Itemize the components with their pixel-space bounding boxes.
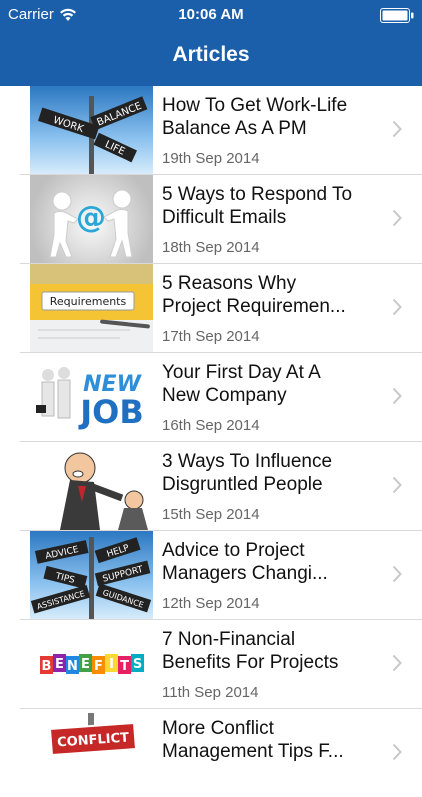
status-time: 10:06 AM (178, 6, 244, 23)
thumb-text: E (55, 657, 64, 672)
article-date: 15th Sep 2014 (162, 506, 260, 523)
thumb-text: LIFE (103, 139, 126, 158)
article-date: 11th Sep 2014 (162, 684, 259, 701)
article-thumbnail: NEW JOB (30, 353, 153, 441)
thumb-text: HELP (106, 543, 131, 560)
article-thumbnail: B E N E F I T S (30, 620, 153, 708)
email-people-image: @ (49, 189, 133, 258)
chevron-right-icon (392, 476, 402, 494)
article-title: 5 Reasons Why Project Requiremen... (162, 273, 346, 317)
article-row[interactable]: CONFLICT More Conflict Management Tips F… (20, 709, 422, 797)
benefits-blocks-image: B E N E F I T S (40, 654, 144, 674)
article-date: 16th Sep 2014 (162, 417, 260, 434)
article-thumbnail (30, 442, 153, 530)
article-title: Advice to Project Managers Changi... (162, 540, 328, 584)
article-row[interactable]: 3 Ways To Influence Disgruntled People 1… (20, 442, 422, 531)
article-date: 12th Sep 2014 (162, 595, 260, 612)
page-title: Articles (172, 43, 250, 66)
article-row[interactable]: ADVICE HELP TIPS SUPPORT ASSISTANCE GUID… (20, 531, 422, 620)
article-row[interactable]: B E N E F I T S 7 Non-Financial Benefits… (20, 620, 422, 709)
new-job-image: NEW JOB (36, 367, 144, 431)
thumb-text: E (81, 657, 90, 672)
thumb-text: I (109, 657, 114, 672)
article-title: 3 Ways To Influence Disgruntled People (162, 451, 333, 495)
article-date: 17th Sep 2014 (162, 328, 260, 345)
article-row[interactable]: WORK BALANCE LIFE How To Get Work-Life B… (20, 86, 422, 175)
signpost-image: WORK BALANCE LIFE (38, 96, 148, 174)
article-thumbnail: CONFLICT (30, 709, 153, 797)
status-bar: Carrier 10:06 AM (0, 0, 422, 30)
article-thumbnail: WORK BALANCE LIFE (30, 86, 153, 174)
articles-list: WORK BALANCE LIFE How To Get Work-Life B… (0, 86, 422, 797)
thumb-text: @ (76, 200, 106, 235)
article-title: 5 Ways to Respond To Difficult Emails (162, 184, 353, 228)
chevron-right-icon (392, 387, 402, 405)
thumb-text: JOB (78, 393, 144, 431)
thumb-text: B (42, 659, 52, 674)
conflict-sign-image: CONFLICT (48, 713, 138, 757)
chevron-right-icon (392, 654, 402, 672)
advice-signpost-image: ADVICE HELP TIPS SUPPORT ASSISTANCE GUID… (30, 537, 152, 619)
article-row[interactable]: @ 5 Ways to Respond To Difficult Emails … (20, 175, 422, 264)
article-date: 18th Sep 2014 (162, 239, 260, 256)
article-thumbnail: ADVICE HELP TIPS SUPPORT ASSISTANCE GUID… (30, 531, 153, 619)
article-title: More Conflict Management Tips F... (162, 718, 344, 762)
chevron-right-icon (392, 120, 402, 138)
thumb-text: Requirements (50, 295, 127, 308)
article-row[interactable]: NEW JOB Your First Day At A New Company … (20, 353, 422, 442)
chevron-right-icon (392, 209, 402, 227)
article-date: 19th Sep 2014 (162, 150, 260, 167)
article-thumbnail: Requirements (30, 264, 153, 352)
article-row[interactable]: Requirements 5 Reasons Why Project Requi… (20, 264, 422, 353)
chevron-right-icon (392, 565, 402, 583)
thumb-text: ADVICE (45, 545, 80, 562)
article-title: How To Get Work-Life Balance As A PM (162, 95, 348, 139)
article-title: 7 Non-Financial Benefits For Projects (162, 629, 339, 673)
chevron-right-icon (392, 743, 402, 761)
thumb-text: BALANCE (96, 101, 144, 129)
thumb-text: S (133, 657, 142, 672)
article-thumbnail: @ (30, 175, 153, 263)
navigation-bar: Carrier 10:06 AM Articles (0, 0, 422, 86)
thumb-text: F (94, 659, 103, 674)
angry-boss-image (60, 452, 148, 530)
article-title: Your First Day At A New Company (162, 362, 321, 406)
thumb-text: N (67, 659, 78, 674)
battery-icon (380, 8, 414, 23)
requirements-binder-image: Requirements (30, 264, 153, 352)
thumb-text: T (120, 659, 129, 674)
chevron-right-icon (392, 298, 402, 316)
